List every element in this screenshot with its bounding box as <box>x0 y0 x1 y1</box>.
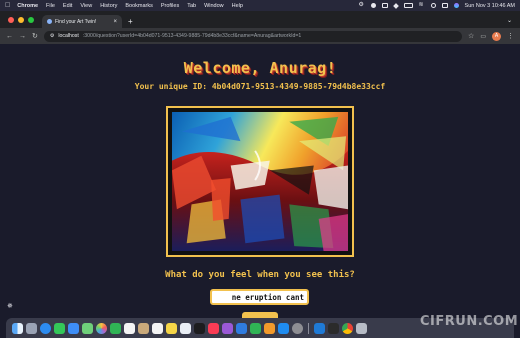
tab-search-icon[interactable]: ⌄ <box>507 15 520 28</box>
numbers-icon[interactable] <box>250 322 261 334</box>
menu-tab[interactable]: Tab <box>187 3 196 9</box>
browser-tab[interactable]: Find your Art Twin! × <box>42 15 122 28</box>
photos-icon[interactable] <box>96 322 107 334</box>
minimize-window-button[interactable] <box>18 16 24 23</box>
tab-strip: Find your Art Twin! × + ⌄ <box>0 11 520 28</box>
dropbox-icon[interactable] <box>392 2 399 9</box>
back-icon[interactable]: ← <box>6 33 13 40</box>
menu-edit[interactable]: Edit <box>63 3 72 9</box>
answer-input[interactable]: ne eruption cant <box>210 289 309 305</box>
tab-title: Find your Art Twin! <box>55 18 97 25</box>
artwork-painting <box>172 112 348 251</box>
messages-icon[interactable] <box>54 322 65 334</box>
podcasts-icon[interactable] <box>222 322 233 334</box>
record-icon[interactable] <box>370 3 376 8</box>
zoom-window-button[interactable] <box>28 16 34 23</box>
welcome-heading: Welcome, Anurag! <box>183 59 337 77</box>
reminders-icon[interactable] <box>152 322 163 334</box>
status-area: ⚙ ≋ Sun Nov 3 10:46 AM <box>359 2 515 9</box>
music-icon[interactable] <box>208 322 219 334</box>
address-bar[interactable]: ⚙ localhost:3000/question?userId=4b04d07… <box>43 30 463 42</box>
appstore-icon[interactable] <box>278 322 289 334</box>
url-path: :3000/question?userId=4b04d071-9513-4349… <box>82 33 302 39</box>
system-settings-icon[interactable] <box>292 322 303 334</box>
calendar-icon[interactable] <box>124 322 135 334</box>
new-tab-button[interactable]: + <box>128 15 133 28</box>
menu-bookmarks[interactable]: Bookmarks <box>125 3 153 9</box>
wifi-icon[interactable]: ≋ <box>419 2 425 8</box>
menu-app-name[interactable]: Chrome <box>17 3 38 9</box>
extensions-icon[interactable]: ▭ <box>480 33 486 40</box>
notes-icon[interactable] <box>166 322 177 334</box>
trash-icon[interactable] <box>356 322 367 334</box>
close-tab-icon[interactable]: × <box>113 19 117 25</box>
question-text: What do you feel when you see this? <box>165 270 355 280</box>
gear-icon[interactable]: ⚙ <box>359 2 365 8</box>
menu-file[interactable]: File <box>46 3 55 9</box>
window-controls <box>0 11 42 28</box>
menu-bar:  Chrome File Edit View History Bookmark… <box>0 0 520 11</box>
chrome-menu-icon[interactable]: ⋮ <box>507 32 514 40</box>
search-icon[interactable] <box>430 3 436 8</box>
terminal-icon[interactable] <box>328 322 339 334</box>
menu-history[interactable]: History <box>100 3 117 9</box>
siri-icon[interactable] <box>453 3 459 8</box>
artwork-frame <box>166 106 354 257</box>
launchpad-icon[interactable] <box>26 322 37 334</box>
puzzle-icon[interactable]: ✵ <box>7 302 13 310</box>
appletv-icon[interactable] <box>194 322 205 334</box>
freeform-icon[interactable] <box>180 322 191 334</box>
finder-icon[interactable] <box>12 322 23 334</box>
site-info-icon[interactable]: ⚙ <box>50 33 54 39</box>
reload-icon[interactable]: ↻ <box>32 32 38 40</box>
apple-icon[interactable]:  <box>5 0 10 11</box>
forward-icon[interactable]: → <box>19 33 26 40</box>
menu-window[interactable]: Window <box>204 3 224 9</box>
share-icon[interactable] <box>381 3 388 8</box>
close-window-button[interactable] <box>8 16 14 23</box>
page-content: Welcome, Anurag! Your unique ID: 4b04d07… <box>0 44 520 318</box>
vscode-icon[interactable] <box>314 322 325 334</box>
dock-divider <box>308 322 309 334</box>
mail-icon[interactable] <box>68 322 79 334</box>
menu-view[interactable]: View <box>80 3 92 9</box>
facetime-icon[interactable] <box>110 322 121 334</box>
unique-id-text: Your unique ID: 4b04d071-9513-4349-9885-… <box>134 82 386 91</box>
battery-icon[interactable] <box>403 3 413 8</box>
chrome-icon[interactable] <box>342 322 353 334</box>
menu-profiles[interactable]: Profiles <box>161 3 179 9</box>
menu-help[interactable]: Help <box>232 3 243 9</box>
watermark: CIFRUN.COM <box>420 314 519 329</box>
pages-icon[interactable] <box>264 322 275 334</box>
browser-toolbar: ← → ↻ ⚙ localhost:3000/question?userId=4… <box>0 28 520 44</box>
favicon-icon <box>47 19 52 24</box>
keynote-icon[interactable] <box>236 322 247 334</box>
url-host: localhost <box>58 33 79 39</box>
contacts-icon[interactable] <box>138 322 149 334</box>
maps-icon[interactable] <box>82 322 93 334</box>
menu-datetime[interactable]: Sun Nov 3 10:46 AM <box>465 3 515 9</box>
safari-icon[interactable] <box>40 322 51 334</box>
profile-avatar[interactable]: A <box>492 31 501 41</box>
control-center-icon[interactable] <box>441 3 448 8</box>
bookmark-star-icon[interactable]: ☆ <box>468 32 474 40</box>
